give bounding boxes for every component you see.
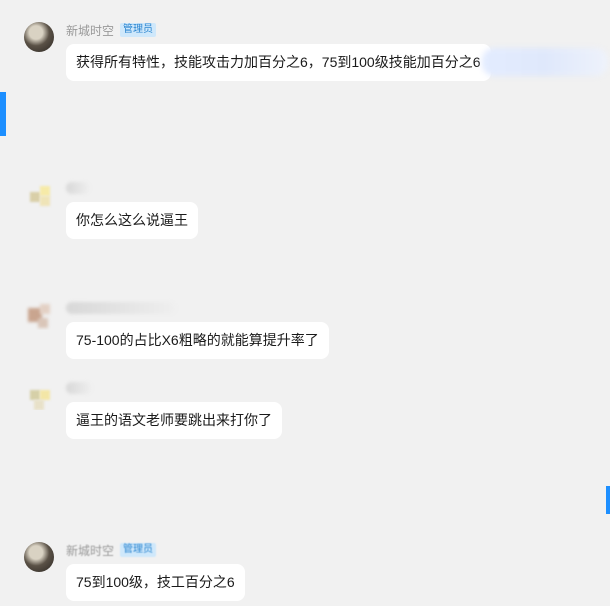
avatar[interactable] bbox=[24, 542, 54, 572]
blurred-nickname bbox=[66, 182, 90, 194]
avatar[interactable] bbox=[24, 22, 54, 52]
avatar[interactable] bbox=[24, 180, 54, 210]
sender-info bbox=[66, 380, 92, 396]
blurred-nickname bbox=[66, 382, 92, 394]
message-bubble[interactable]: 你怎么这么说逼王 bbox=[66, 202, 198, 239]
message-bubble[interactable]: 逼王的语文老师要跳出来打你了 bbox=[66, 402, 282, 439]
sender-nickname[interactable]: 新城时空 bbox=[66, 22, 114, 39]
sender-info bbox=[66, 300, 176, 316]
avatar[interactable] bbox=[24, 380, 54, 410]
message-text: 你怎么这么说逼王 bbox=[76, 212, 188, 228]
sender-info: 新城时空 管理员 bbox=[66, 22, 157, 39]
message-bubble[interactable]: 获得所有特性，技能攻击力加百分之6，75到100级技能加百分之6 bbox=[66, 44, 491, 81]
avatar[interactable] bbox=[24, 300, 54, 330]
scroll-indicator bbox=[0, 92, 6, 136]
message-bubble[interactable]: 75到100级，技工百分之6 bbox=[66, 564, 245, 601]
sender-info: 新城时空 管理员 bbox=[66, 542, 157, 559]
message-text: 获得所有特性，技能攻击力加百分之6，75到100级技能加百分之6 bbox=[76, 54, 481, 70]
message-bubble[interactable]: 75-100的占比X6粗略的就能算提升率了 bbox=[66, 322, 329, 359]
sender-info bbox=[66, 180, 90, 196]
redaction-blur bbox=[482, 48, 608, 76]
scrollbar-thumb[interactable] bbox=[606, 486, 610, 514]
message-text: 逼王的语文老师要跳出来打你了 bbox=[76, 412, 272, 428]
blurred-nickname bbox=[66, 302, 176, 314]
admin-badge: 管理员 bbox=[120, 543, 157, 557]
chat-message-area: 新城时空 管理员 获得所有特性，技能攻击力加百分之6，75到100级技能加百分之… bbox=[0, 0, 610, 606]
admin-badge: 管理员 bbox=[120, 23, 157, 37]
message-text: 75到100级，技工百分之6 bbox=[76, 574, 235, 590]
message-text: 75-100的占比X6粗略的就能算提升率了 bbox=[76, 332, 319, 348]
sender-nickname[interactable]: 新城时空 bbox=[66, 542, 114, 559]
